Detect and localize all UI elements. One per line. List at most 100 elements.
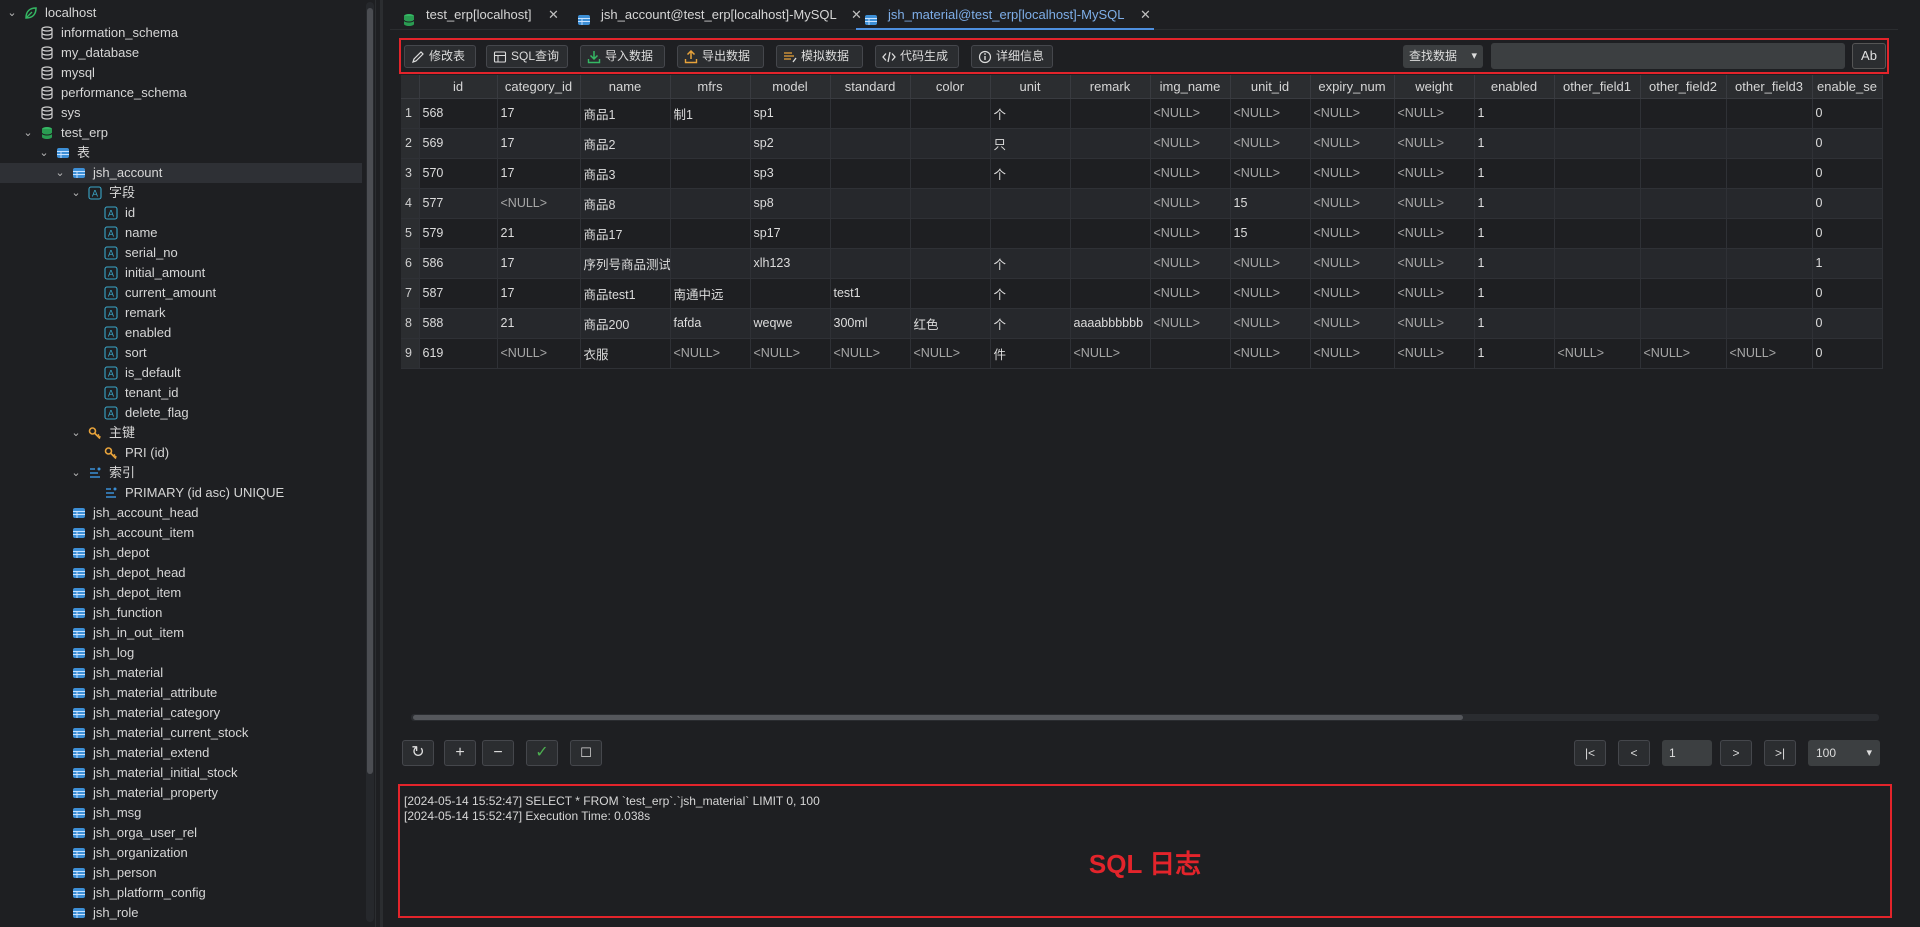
table-cell[interactable]: 商品3 — [580, 158, 671, 189]
toolbar-button[interactable]: 模拟数据 — [776, 45, 863, 68]
table-cell[interactable]: xlh123 — [750, 248, 831, 279]
table-cell[interactable]: 619 — [419, 338, 498, 369]
table-cell[interactable]: <NULL> — [1230, 338, 1311, 369]
chevron-down-icon[interactable]: ⌄ — [70, 463, 82, 483]
table-cell[interactable]: <NULL> — [1310, 188, 1395, 219]
tree-item[interactable]: mysql — [0, 63, 362, 83]
tree-item[interactable]: ⌄ 索引 — [0, 463, 362, 483]
table-cell[interactable] — [830, 248, 911, 279]
editor-tab[interactable]: test_erp[localhost] ✕ — [394, 0, 562, 30]
table-cell[interactable] — [830, 188, 911, 219]
table-cell[interactable]: sp2 — [750, 128, 831, 159]
column-header[interactable]: unit_id — [1230, 75, 1311, 99]
table-cell[interactable]: <NULL> — [1150, 98, 1231, 129]
table-cell[interactable] — [1726, 278, 1813, 309]
table-cell[interactable]: <NULL> — [1230, 98, 1311, 129]
table-cell[interactable]: 570 — [419, 158, 498, 189]
table-cell[interactable] — [1726, 188, 1813, 219]
table-cell[interactable]: 0 — [1812, 218, 1883, 249]
page-size-dropdown[interactable]: 100 ▾ — [1808, 740, 1880, 766]
next-page-button[interactable]: > — [1720, 740, 1752, 766]
tree-item[interactable]: jsh_platform_config — [0, 883, 362, 903]
table-cell[interactable]: 1 — [1474, 248, 1555, 279]
column-header[interactable]: weight — [1394, 75, 1475, 99]
table-cell[interactable]: 商品17 — [580, 218, 671, 249]
table-cell[interactable]: 588 — [419, 308, 498, 339]
table-cell[interactable] — [1726, 308, 1813, 339]
tree-item[interactable]: jsh_organization — [0, 843, 362, 863]
tree-item[interactable]: Adelete_flag — [0, 403, 362, 423]
table-cell[interactable]: test1 — [830, 278, 911, 309]
table-cell[interactable]: sp17 — [750, 218, 831, 249]
tree-item[interactable]: jsh_material_attribute — [0, 683, 362, 703]
table-row[interactable]: 4 577 <NULL> 商品8 sp8 <NULL> 15 <NULL> <NULL> 1 0 — [401, 188, 1883, 219]
table-cell[interactable]: 商品test1 — [580, 278, 671, 309]
table-cell[interactable]: 17 — [497, 128, 581, 159]
column-header[interactable]: other_field3 — [1726, 75, 1813, 99]
table-cell[interactable]: <NULL> — [1310, 338, 1395, 369]
table-cell[interactable] — [1640, 98, 1727, 129]
tree-item[interactable]: Aid — [0, 203, 362, 223]
first-page-button[interactable]: |< — [1574, 740, 1606, 766]
table-cell[interactable]: 1 — [1474, 128, 1555, 159]
table-cell[interactable]: <NULL> — [1310, 248, 1395, 279]
sidebar-scrollbar[interactable] — [366, 2, 374, 922]
toolbar-button[interactable]: 修改表 — [404, 45, 476, 68]
table-cell[interactable]: 1 — [1474, 338, 1555, 369]
tree-item[interactable]: jsh_account_item — [0, 523, 362, 543]
column-header[interactable]: enable_se — [1812, 75, 1883, 99]
table-cell[interactable] — [910, 278, 991, 309]
tree-item[interactable]: Ais_default — [0, 363, 362, 383]
table-cell[interactable] — [1554, 248, 1641, 279]
tree-item[interactable]: ⌄ localhost — [0, 3, 362, 23]
tree-item[interactable]: jsh_account_head — [0, 503, 362, 523]
table-cell[interactable]: 商品1 — [580, 98, 671, 129]
table-cell[interactable]: <NULL> — [1150, 218, 1231, 249]
table-cell[interactable] — [910, 188, 991, 219]
search-input[interactable] — [1491, 43, 1845, 69]
tree-item[interactable]: jsh_depot — [0, 543, 362, 563]
tree-item[interactable]: Aenabled — [0, 323, 362, 343]
chevron-down-icon[interactable]: ⌄ — [70, 183, 82, 203]
tree-item[interactable]: jsh_material_current_stock — [0, 723, 362, 743]
column-header[interactable]: expiry_num — [1310, 75, 1395, 99]
chevron-down-icon[interactable]: ⌄ — [6, 3, 18, 23]
table-cell[interactable]: 个 — [990, 248, 1071, 279]
table-cell[interactable]: <NULL> — [1310, 98, 1395, 129]
toolbar-button[interactable]: 导入数据 — [580, 45, 665, 68]
table-cell[interactable]: <NULL> — [1310, 218, 1395, 249]
column-header[interactable]: category_id — [497, 75, 581, 99]
table-cell[interactable]: 1 — [1474, 308, 1555, 339]
table-cell[interactable]: <NULL> — [1230, 278, 1311, 309]
table-cell[interactable]: 568 — [419, 98, 498, 129]
table-cell[interactable]: 0 — [1812, 128, 1883, 159]
tree-item[interactable]: jsh_material_category — [0, 703, 362, 723]
table-cell[interactable] — [830, 158, 911, 189]
table-row[interactable]: 2 569 17 商品2 sp2 只 <NULL> <NULL> <NULL> <NULL> 1 0 — [401, 128, 1883, 159]
table-cell[interactable]: 商品8 — [580, 188, 671, 219]
table-cell[interactable]: 南通中远 — [670, 278, 751, 309]
table-cell[interactable]: 个 — [990, 158, 1071, 189]
tree-item[interactable]: PRIMARY (id asc) UNIQUE — [0, 483, 362, 503]
table-cell[interactable] — [830, 218, 911, 249]
tree-item[interactable]: jsh_material_property — [0, 783, 362, 803]
table-cell[interactable]: weqwe — [750, 308, 831, 339]
tree-item[interactable]: ⌄ 表 — [0, 143, 362, 163]
table-cell[interactable]: 序列号商品测试 — [580, 248, 671, 279]
table-row[interactable]: 6 586 17 序列号商品测试 xlh123 个 <NULL> <NULL> <NULL> <N… — [401, 248, 1883, 279]
table-cell[interactable]: <NULL> — [1394, 278, 1475, 309]
table-cell[interactable] — [910, 98, 991, 129]
tree-item[interactable]: Acurrent_amount — [0, 283, 362, 303]
table-cell[interactable]: <NULL> — [1394, 248, 1475, 279]
table-cell[interactable] — [1554, 98, 1641, 129]
table-cell[interactable]: <NULL> — [497, 338, 581, 369]
table-cell[interactable] — [1640, 158, 1727, 189]
tree-item[interactable]: ⌄ 主键 — [0, 423, 362, 443]
table-cell[interactable] — [1554, 128, 1641, 159]
table-row[interactable]: 9 619 <NULL> 衣服 <NULL> <NULL> <NULL> <NULL> 件 <NU… — [401, 338, 1883, 369]
chevron-down-icon[interactable]: ⌄ — [70, 423, 82, 443]
table-cell[interactable]: 商品200 — [580, 308, 671, 339]
table-cell[interactable] — [1640, 188, 1727, 219]
table-cell[interactable] — [830, 128, 911, 159]
close-icon[interactable]: ✕ — [548, 0, 559, 30]
